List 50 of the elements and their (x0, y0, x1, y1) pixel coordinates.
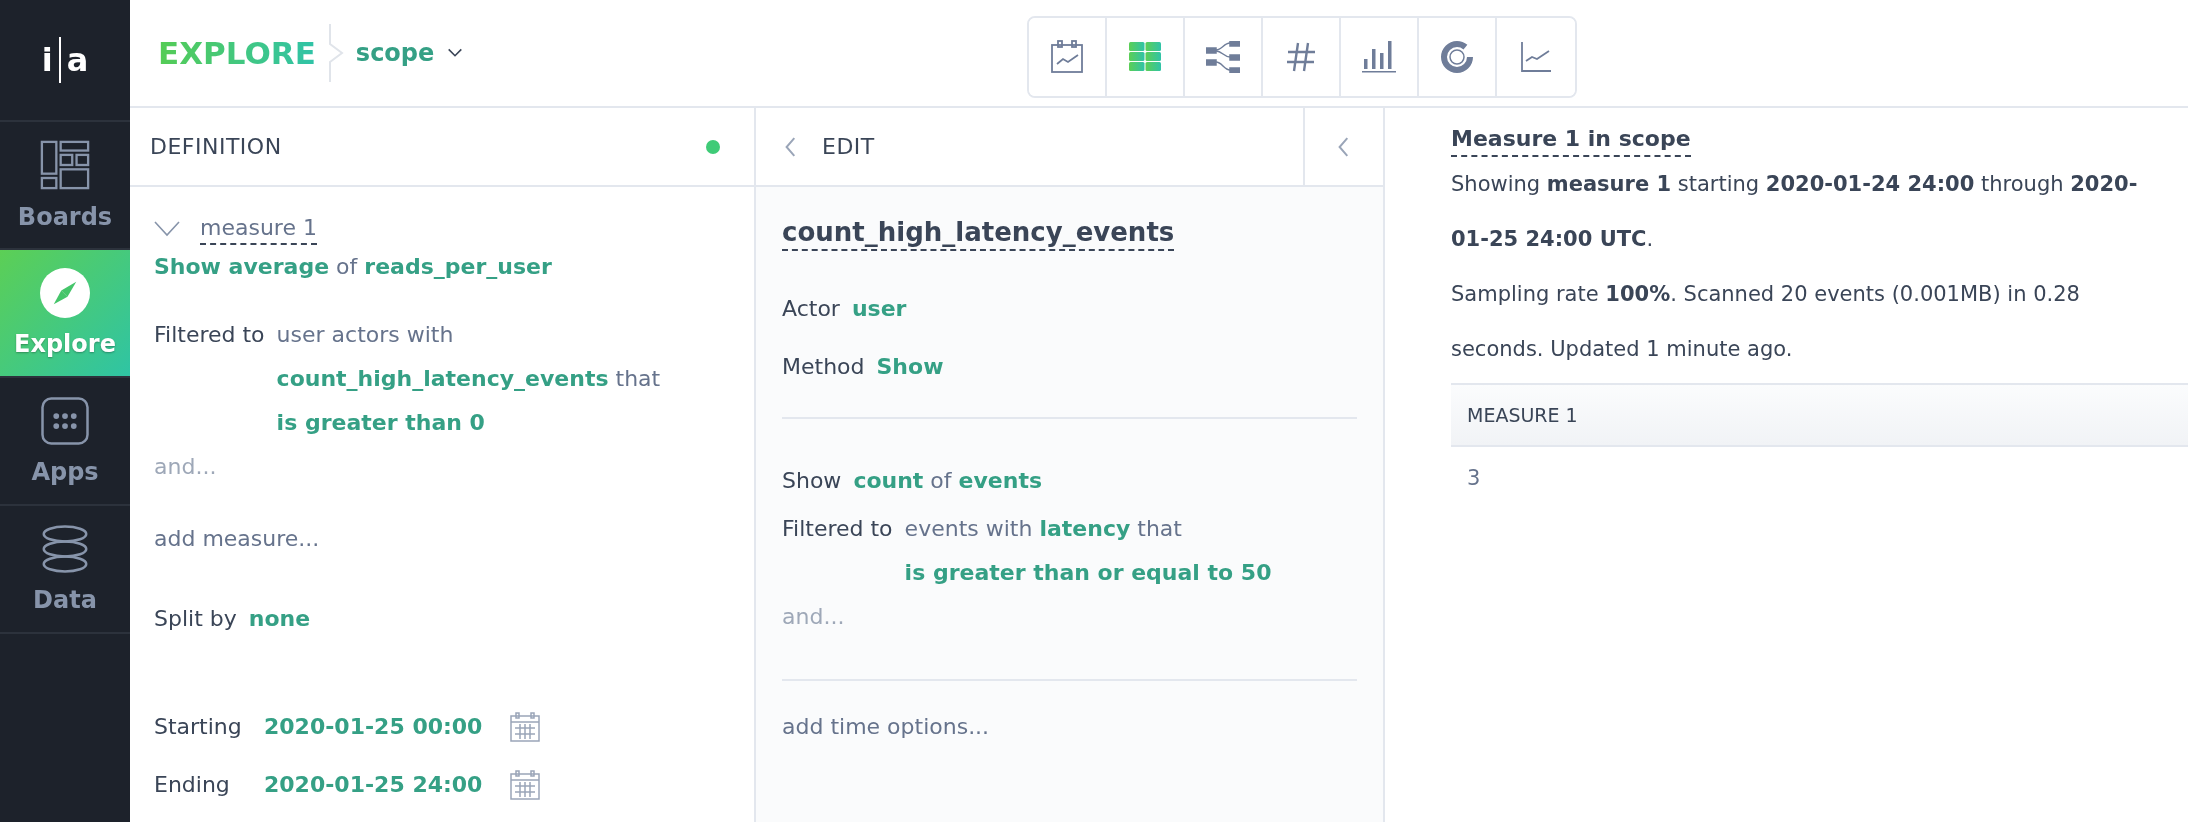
time-label: Starting (154, 713, 243, 741)
results-summary: Showing measure 1 starting 2020-01-24 24:00 through 2020-01-25 24:00 UTC. (1451, 171, 2139, 253)
time-label: Ending (154, 771, 231, 799)
and-hint[interactable]: and... (154, 445, 217, 489)
filter-label: Filtered to (154, 321, 265, 349)
show-label: Show (782, 467, 842, 495)
results-summary: Sampling rate 100%. Scanned 20 events (0.001MB) in 0.28 seconds. Updated 1 minute ago. (1451, 281, 2081, 363)
panel-title: EDIT (822, 134, 875, 159)
boards-icon (39, 139, 91, 191)
field-value[interactable]: Show (876, 345, 944, 389)
calendar-chart-icon (1050, 40, 1084, 74)
database-icon (40, 524, 90, 574)
split-value[interactable]: none (248, 597, 311, 641)
add-time-options-link[interactable]: add time options... (782, 705, 990, 749)
app-logo[interactable]: i a (0, 0, 130, 122)
results-title[interactable]: Measure 1 in scope (1451, 126, 1691, 157)
filter-condition[interactable]: events with latency that (904, 507, 1272, 551)
calendar-icon[interactable] (510, 712, 541, 742)
add-measure-link[interactable]: add measure... (154, 517, 320, 561)
field-label: Method (782, 353, 865, 381)
and-hint[interactable]: and... (782, 595, 845, 639)
field-label: Actor (782, 295, 840, 323)
table-cell: 3 (1451, 446, 2188, 508)
filter-condition[interactable]: is greater than 0 (276, 401, 661, 445)
apps-icon (40, 396, 90, 446)
hash-icon (1285, 41, 1317, 73)
measure-summary[interactable]: Show average of reads_per_user (154, 245, 552, 289)
filter-label: Filtered to (782, 515, 893, 543)
bar-chart-icon (1362, 41, 1396, 73)
split-label: Split by (154, 605, 237, 633)
scope-dropdown[interactable]: scope (347, 39, 465, 67)
calendar-icon[interactable] (510, 770, 541, 800)
measure-name[interactable]: measure 1 (200, 213, 317, 245)
panel-title: DEFINITION (150, 134, 282, 159)
time-value[interactable]: 2020-01-25 00:00 (264, 705, 483, 749)
filter-condition[interactable]: count_high_latency_events that (276, 357, 661, 401)
table-icon (1129, 42, 1161, 72)
aggregation-text[interactable]: count of events (853, 459, 1043, 503)
chevron-icon[interactable] (154, 221, 180, 237)
flow-icon (1206, 41, 1240, 73)
filter-condition[interactable]: is greater than or equal to 50 (904, 551, 1272, 595)
donut-chart-icon (1440, 40, 1474, 74)
field-value[interactable]: user (851, 287, 907, 331)
metric-name[interactable]: count_high_latency_events (782, 217, 1175, 251)
chart-type-button[interactable] (1029, 18, 1107, 96)
compass-icon (40, 268, 90, 318)
column-header[interactable]: MEASURE 1 (1451, 384, 2188, 446)
filter-condition[interactable]: user actors with (276, 313, 661, 357)
line-chart-icon (1520, 41, 1552, 73)
time-value[interactable]: 2020-01-25 24:00 (264, 763, 483, 807)
